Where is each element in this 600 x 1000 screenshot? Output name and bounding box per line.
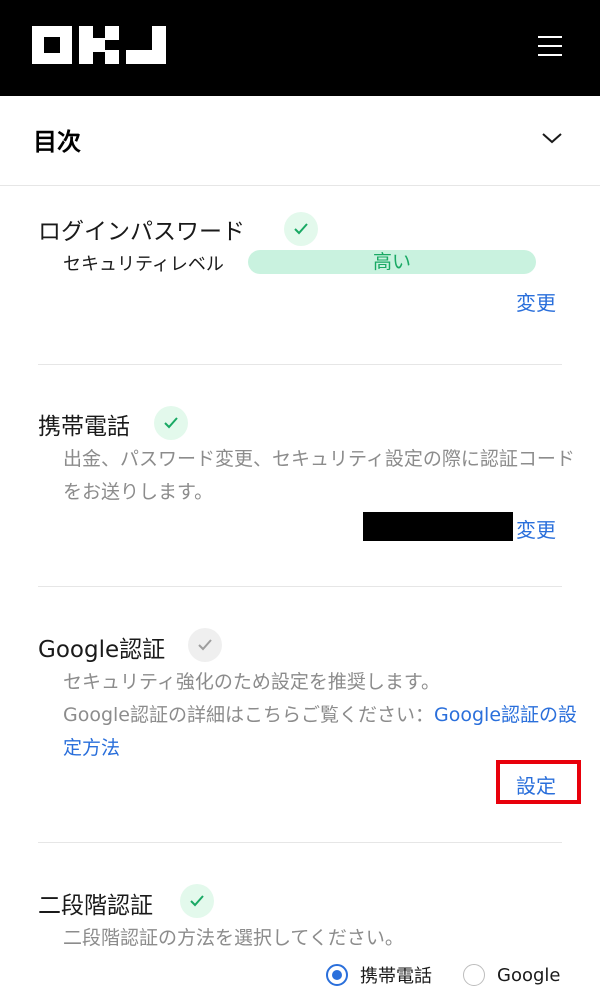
radio-unselected-icon[interactable] <box>463 964 485 986</box>
mobile-title: 携帯電話 <box>38 414 130 440</box>
toc-title: 目次 <box>33 128 81 156</box>
check-icon <box>188 628 222 662</box>
google-auth-details: Google認証の詳細はこちらご覧ください：Google認証の設定方法 <box>63 699 583 765</box>
security-level-bar: 高い <box>248 250 536 274</box>
okj-logo[interactable] <box>32 26 166 64</box>
divider <box>38 842 562 843</box>
google-auth-title: Google認証 <box>38 637 166 663</box>
divider <box>38 364 562 365</box>
divider <box>38 586 562 587</box>
top-bar <box>0 0 600 96</box>
google-auth-recommendation: セキュリティ強化のため設定を推奨します。 <box>63 671 440 693</box>
hamburger-menu-icon[interactable] <box>530 30 570 62</box>
masked-phone-number <box>363 512 513 541</box>
check-icon <box>284 212 318 246</box>
toc-dropdown[interactable]: 目次 <box>0 96 600 186</box>
two-factor-description: 二段階認証の方法を選択してください。 <box>63 927 404 949</box>
radio-label-google: Google <box>497 964 561 986</box>
radio-label-mobile: 携帯電話 <box>360 966 432 987</box>
change-password-button[interactable]: 変更 <box>516 287 556 316</box>
radio-selected-icon[interactable] <box>326 964 348 986</box>
setup-google-auth-button[interactable]: 設定 <box>516 770 556 799</box>
radio-option-mobile[interactable]: 携帯電話 <box>326 962 432 988</box>
change-mobile-button[interactable]: 変更 <box>516 514 556 543</box>
security-level-value: 高い <box>372 251 411 273</box>
chevron-down-icon <box>542 133 562 144</box>
mobile-description: 出金、パスワード変更、セキュリティ設定の際に認証コードをお送りします。 <box>63 448 575 503</box>
security-level-label: セキュリティレベル <box>63 254 224 275</box>
radio-option-google[interactable]: Google <box>463 962 560 988</box>
check-icon <box>154 406 188 440</box>
login-password-title: ログインパスワード <box>38 219 245 245</box>
google-auth-details-text: Google認証の詳細はこちらご覧ください： <box>63 704 435 726</box>
google-auth-description: セキュリティ強化のため設定を推奨します。 Google認証の詳細はこちらご覧くだ… <box>63 666 583 765</box>
check-icon <box>180 884 214 918</box>
two-factor-title: 二段階認証 <box>38 893 153 919</box>
